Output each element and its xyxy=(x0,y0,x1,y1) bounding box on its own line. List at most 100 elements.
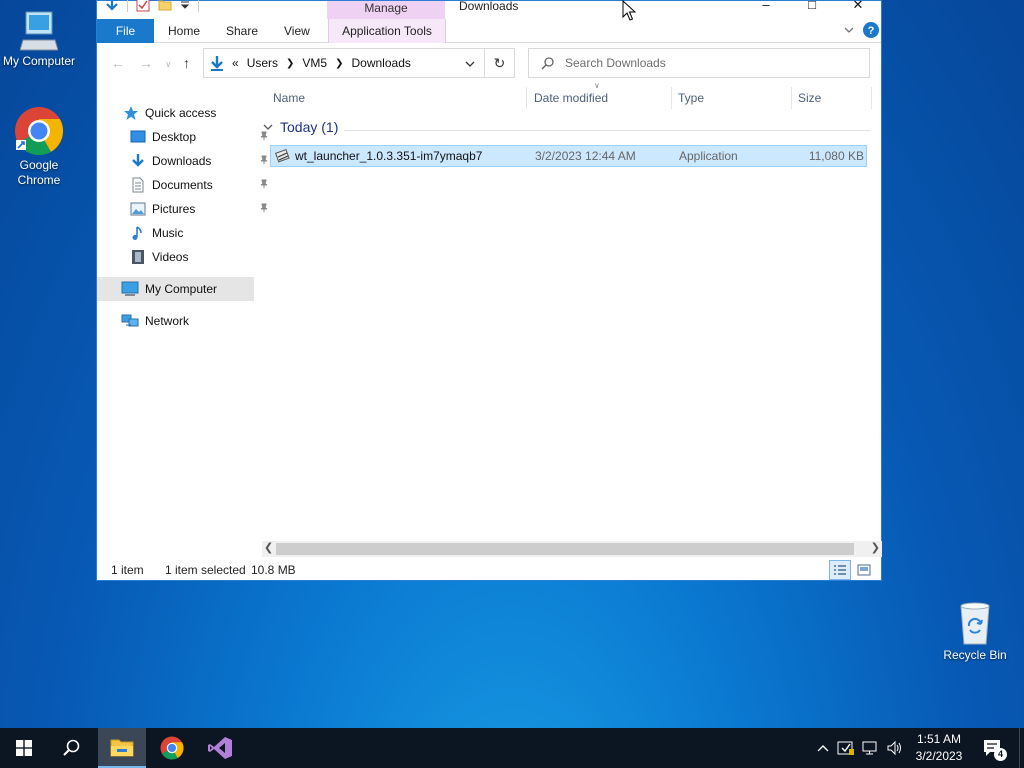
downloads-icon xyxy=(132,154,144,167)
large-icons-view-button[interactable] xyxy=(853,560,875,580)
forward-arrow-icon[interactable]: → xyxy=(139,55,153,71)
desktop-icon-label: My Computer xyxy=(2,54,76,68)
taskbar-clock[interactable]: 1:51 AM 3/2/2023 xyxy=(906,731,972,765)
nav-quick-access[interactable]: Quick access xyxy=(123,101,216,125)
music-icon xyxy=(132,226,142,240)
status-size: 10.8 MB xyxy=(251,563,296,577)
back-arrow-icon[interactable]: ← xyxy=(111,55,125,71)
folder-icon[interactable] xyxy=(158,0,172,12)
nav-label: Music xyxy=(152,226,184,240)
properties-icon[interactable] xyxy=(136,0,150,12)
nav-label: Documents xyxy=(152,178,213,192)
mouse-cursor-icon xyxy=(622,0,636,21)
help-icon[interactable]: ? xyxy=(863,22,879,38)
clock-time: 1:51 AM xyxy=(916,732,962,746)
desktop-icon-label: Google Chrome xyxy=(17,158,61,187)
nav-label: Network xyxy=(145,314,190,328)
group-header-today[interactable]: Today (1) xyxy=(262,119,338,135)
breadcrumb-users[interactable]: Users xyxy=(247,56,278,70)
desktop-icon-my-computer[interactable]: My Computer xyxy=(0,10,81,68)
tray-volume-icon[interactable] xyxy=(884,728,906,768)
tab-home[interactable]: Home xyxy=(158,19,210,43)
windows-logo-icon xyxy=(16,740,32,756)
column-header-type[interactable]: Type xyxy=(672,87,792,109)
chevron-right-icon: ❯ xyxy=(286,57,295,69)
pictures-icon xyxy=(130,202,146,216)
computer-icon xyxy=(20,11,58,51)
scroll-left-icon[interactable]: ❮ xyxy=(264,541,273,554)
action-center-button[interactable]: 4 xyxy=(978,728,1008,768)
expand-ribbon-icon[interactable] xyxy=(843,24,855,36)
minimize-button[interactable]: – xyxy=(743,0,789,17)
desktop-icon-recycle-bin[interactable]: Recycle Bin xyxy=(933,602,1017,662)
taskbar-visual-studio[interactable] xyxy=(196,728,244,768)
file-row[interactable]: wt_launcher_1.0.3.351-im7ymaqb7 3/2/2023… xyxy=(270,145,867,167)
nav-network[interactable]: Network xyxy=(121,309,189,333)
computer-icon xyxy=(121,281,139,296)
column-header-date-modified[interactable]: Date modified xyxy=(528,87,672,109)
title-bar: Manage Downloads – □ ✕ xyxy=(97,0,881,19)
tray-security-icon[interactable] xyxy=(836,728,856,768)
tab-application-tools[interactable]: Application Tools xyxy=(328,19,446,43)
down-arrow-icon[interactable] xyxy=(105,0,119,12)
scrollbar-thumb[interactable] xyxy=(276,543,854,555)
tab-file[interactable]: File xyxy=(97,19,154,43)
column-header-name[interactable]: Name xyxy=(267,87,527,109)
sort-indicator-icon: ∨ xyxy=(594,81,600,90)
close-button[interactable]: ✕ xyxy=(835,0,881,17)
clock-date: 3/2/2023 xyxy=(915,749,963,763)
file-date: 3/2/2023 12:44 AM xyxy=(535,149,636,163)
scroll-right-icon[interactable]: ❯ xyxy=(871,541,880,554)
nav-desktop[interactable]: Desktop xyxy=(130,125,268,149)
nav-videos[interactable]: Videos xyxy=(130,245,188,269)
group-divider xyxy=(344,130,870,131)
nav-label: Pictures xyxy=(152,202,196,216)
file-explorer-icon xyxy=(110,739,134,757)
chevron-down-icon[interactable] xyxy=(464,58,476,70)
up-arrow-icon[interactable]: ↑ xyxy=(183,55,190,71)
videos-icon xyxy=(132,250,144,264)
visual-studio-icon xyxy=(208,737,232,759)
nav-downloads[interactable]: Downloads xyxy=(130,149,268,173)
nav-documents[interactable]: Documents xyxy=(130,173,268,197)
recent-locations-icon[interactable]: ∨ xyxy=(165,59,172,70)
search-icon xyxy=(63,739,80,756)
file-name: wt_launcher_1.0.3.351-im7ymaqb7 xyxy=(295,149,483,163)
breadcrumb-vm5[interactable]: VM5 xyxy=(302,56,327,70)
downloads-icon xyxy=(211,56,223,71)
context-tab-manage[interactable]: Manage xyxy=(327,1,445,19)
search-input[interactable]: Search Downloads xyxy=(565,56,666,70)
refresh-button[interactable]: ↻ xyxy=(485,48,515,78)
nav-pictures[interactable]: Pictures xyxy=(130,197,268,221)
breadcrumb-downloads[interactable]: Downloads xyxy=(352,56,411,70)
tab-view[interactable]: View xyxy=(274,19,320,43)
customize-dropdown-icon[interactable] xyxy=(180,0,190,10)
group-label: Today (1) xyxy=(280,119,339,135)
maximize-button[interactable]: □ xyxy=(789,0,835,17)
tray-show-hidden-icon[interactable] xyxy=(814,728,832,768)
address-bar[interactable]: « Users ❯ VM5 ❯ Downloads xyxy=(203,48,485,78)
chevron-down-icon xyxy=(263,124,273,130)
address-row: ← → ∨ ↑ « Users ❯ VM5 ❯ Downloads ↻ Sear… xyxy=(97,43,881,83)
tray-network-icon[interactable] xyxy=(860,728,882,768)
details-view-button[interactable] xyxy=(829,560,851,580)
taskbar-file-explorer[interactable] xyxy=(98,728,146,768)
nav-music[interactable]: Music xyxy=(130,221,183,245)
status-item-count: 1 item xyxy=(111,563,144,577)
desktop-icon-google-chrome[interactable]: Google Chrome xyxy=(0,106,81,188)
search-button[interactable] xyxy=(48,728,96,768)
address-overflow[interactable]: « xyxy=(232,56,239,70)
show-desktop-button[interactable] xyxy=(1019,728,1024,768)
start-button[interactable] xyxy=(0,728,48,768)
status-selected: 1 item selected xyxy=(165,563,246,577)
nav-my-computer[interactable]: My Computer xyxy=(97,277,254,301)
horizontal-scrollbar[interactable]: ❮ ❯ xyxy=(262,541,882,557)
status-bar: 1 item 1 item selected 10.8 MB xyxy=(97,559,881,581)
explorer-window: Manage Downloads – □ ✕ File Home Share V… xyxy=(96,0,882,581)
column-header-size[interactable]: Size xyxy=(792,87,872,109)
chevron-right-icon: ❯ xyxy=(335,57,344,69)
search-box[interactable]: Search Downloads xyxy=(528,48,870,78)
taskbar-chrome[interactable] xyxy=(148,728,196,768)
window-title: Downloads xyxy=(459,0,519,13)
tab-share[interactable]: Share xyxy=(216,19,268,43)
